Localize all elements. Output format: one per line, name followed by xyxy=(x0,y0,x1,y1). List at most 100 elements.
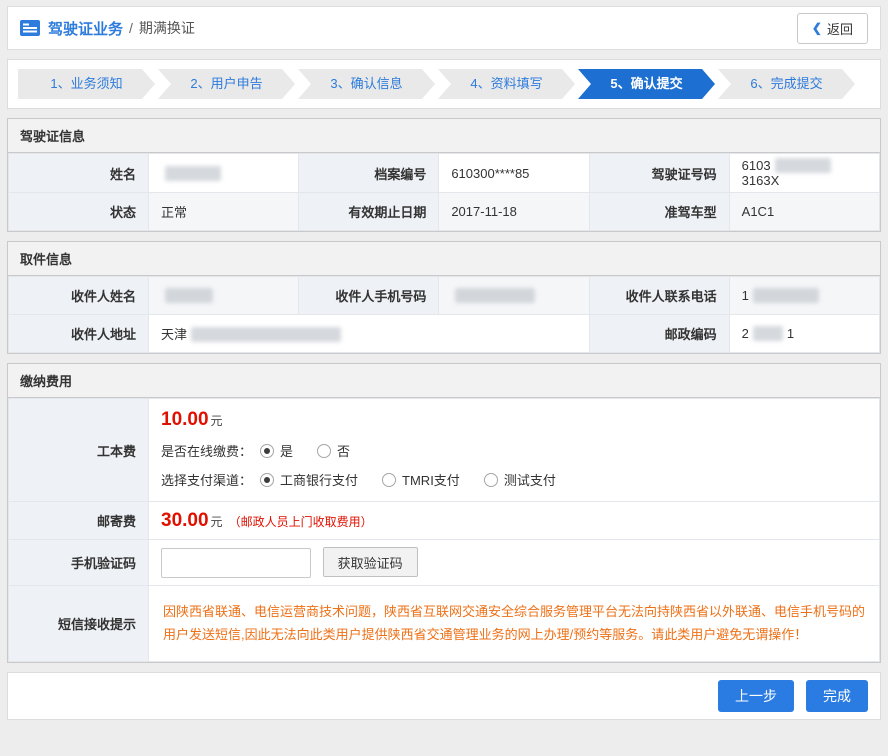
pay-channel-question: 选择支付渠道： xyxy=(161,470,252,489)
postal-code-label: 邮政编码 xyxy=(589,315,729,353)
work-fee-amount: 10.00 xyxy=(161,409,209,430)
license-number-suffix: 3163X xyxy=(742,173,780,188)
radio-selected-icon xyxy=(260,473,274,487)
sms-notice-text: 因陕西省联通、电信运营商技术问题，陕西省互联网交通安全综合服务管理平台无法向持陕… xyxy=(163,596,865,651)
radio-label: 测试支付 xyxy=(504,470,556,489)
sms-notice-label: 短信接收提示 xyxy=(9,586,149,662)
license-number-value: 61033163X xyxy=(729,154,879,193)
page: 驾驶证业务 / 期满换证 ❮ 返回 1、业务须知 2、用户申告 3、确认信息 4… xyxy=(0,0,888,735)
redacted-postal-code xyxy=(753,326,783,341)
postal-code-value: 21 xyxy=(729,315,879,353)
table-row: 工本费 10.00元 是否在线缴费： 是 否 xyxy=(9,399,880,502)
step-label: 6、完成提交 xyxy=(750,76,822,91)
section-title-fees: 缴纳费用 xyxy=(8,364,880,398)
step-label: 1、业务须知 xyxy=(50,76,122,91)
redacted-license-number xyxy=(775,158,831,173)
back-button-label: 返回 xyxy=(827,19,853,38)
radio-label: 是 xyxy=(280,441,293,460)
work-fee-label: 工本费 xyxy=(9,399,149,502)
postal-code-suffix: 1 xyxy=(787,326,794,341)
license-info-table: 姓名 档案编号 610300****85 驾驶证号码 61033163X 状态 … xyxy=(8,153,880,231)
redacted-recipient-name xyxy=(165,288,213,303)
pickup-info-table: 收件人姓名 收件人手机号码 收件人联系电话 1 收件人地址 天津 邮政编码 21 xyxy=(8,276,880,353)
radio-unselected-icon xyxy=(317,444,331,458)
sms-code-value: 获取验证码 xyxy=(149,540,880,586)
step-6-complete-submit[interactable]: 6、完成提交 xyxy=(718,69,855,99)
back-button[interactable]: ❮ 返回 xyxy=(797,13,868,44)
recipient-name-value xyxy=(149,277,299,315)
file-number-label: 档案编号 xyxy=(299,154,439,193)
table-row: 收件人地址 天津 邮政编码 21 xyxy=(9,315,880,353)
status-label: 状态 xyxy=(9,193,149,231)
step-5-confirm-submit[interactable]: 5、确认提交 xyxy=(578,69,715,99)
radio-online-pay-no[interactable]: 否 xyxy=(317,441,350,460)
step-1-business-notice[interactable]: 1、业务须知 xyxy=(18,69,155,99)
section-title-pickup: 取件信息 xyxy=(8,242,880,276)
get-sms-code-button[interactable]: 获取验证码 xyxy=(323,547,418,577)
breadcrumb-separator: / xyxy=(129,20,133,36)
name-value xyxy=(149,154,299,193)
postage-fee-value: 30.00元 （邮政人员上门收取费用） xyxy=(149,502,880,540)
section-title-license: 驾驶证信息 xyxy=(8,119,880,153)
previous-step-button[interactable]: 上一步 xyxy=(718,680,794,712)
recipient-phone-label: 收件人联系电话 xyxy=(589,277,729,315)
recipient-address-value: 天津 xyxy=(149,315,590,353)
recipient-mobile-value xyxy=(439,277,589,315)
work-fee-unit: 元 xyxy=(211,414,223,428)
chevron-left-icon: ❮ xyxy=(812,21,822,35)
step-4-fill-data[interactable]: 4、资料填写 xyxy=(438,69,575,99)
step-3-confirm-info[interactable]: 3、确认信息 xyxy=(298,69,435,99)
pay-channel-row: 选择支付渠道： 工商银行支付 TMRI支付 测试支付 xyxy=(161,470,867,489)
license-number-label: 驾驶证号码 xyxy=(589,154,729,193)
redacted-recipient-address xyxy=(191,327,341,342)
fees-table: 工本费 10.00元 是否在线缴费： 是 否 xyxy=(8,398,880,662)
radio-unselected-icon xyxy=(484,473,498,487)
recipient-address-label: 收件人地址 xyxy=(9,315,149,353)
online-pay-question: 是否在线缴费： xyxy=(161,441,252,460)
table-row: 手机验证码 获取验证码 xyxy=(9,540,880,586)
radio-channel-icbc[interactable]: 工商银行支付 xyxy=(260,470,358,489)
radio-label: 工商银行支付 xyxy=(280,470,358,489)
step-label: 5、确认提交 xyxy=(610,76,682,91)
table-row: 短信接收提示 因陕西省联通、电信运营商技术问题，陕西省互联网交通安全综合服务管理… xyxy=(9,586,880,662)
sms-code-input[interactable] xyxy=(161,548,311,578)
postage-fee-amount: 30.00 xyxy=(161,510,209,531)
status-value: 正常 xyxy=(149,193,299,231)
table-row: 姓名 档案编号 610300****85 驾驶证号码 61033163X xyxy=(9,154,880,193)
redacted-recipient-phone xyxy=(753,288,819,303)
sms-notice-value: 因陕西省联通、电信运营商技术问题，陕西省互联网交通安全综合服务管理平台无法向持陕… xyxy=(149,586,880,662)
vehicle-class-label: 准驾车型 xyxy=(589,193,729,231)
section-pickup-info: 取件信息 收件人姓名 收件人手机号码 收件人联系电话 1 收件人地址 天津 邮政… xyxy=(7,241,881,354)
footer-action-bar: 上一步 完成 xyxy=(7,672,881,720)
page-title: 驾驶证业务 xyxy=(48,18,123,39)
postage-fee-note: （邮政人员上门收取费用） xyxy=(229,515,373,529)
section-license-info: 驾驶证信息 姓名 档案编号 610300****85 驾驶证号码 6103316… xyxy=(7,118,881,232)
work-fee-value: 10.00元 是否在线缴费： 是 否 选择支 xyxy=(149,399,880,502)
work-fee-amount-line: 10.00元 xyxy=(161,409,867,431)
recipient-phone-value: 1 xyxy=(729,277,879,315)
breadcrumb-current: 期满换证 xyxy=(139,18,195,38)
step-label: 4、资料填写 xyxy=(470,76,542,91)
expiry-date-value: 2017-11-18 xyxy=(439,193,589,231)
recipient-name-label: 收件人姓名 xyxy=(9,277,149,315)
section-fees: 缴纳费用 工本费 10.00元 是否在线缴费： 是 xyxy=(7,363,881,663)
table-row: 收件人姓名 收件人手机号码 收件人联系电话 1 xyxy=(9,277,880,315)
radio-label: TMRI支付 xyxy=(402,470,460,489)
radio-selected-icon xyxy=(260,444,274,458)
redacted-recipient-mobile xyxy=(455,288,535,303)
postage-fee-unit: 元 xyxy=(211,515,223,529)
radio-online-pay-yes[interactable]: 是 xyxy=(260,441,293,460)
step-label: 3、确认信息 xyxy=(330,76,402,91)
step-label: 2、用户申告 xyxy=(190,76,262,91)
table-row: 状态 正常 有效期止日期 2017-11-18 准驾车型 A1C1 xyxy=(9,193,880,231)
online-pay-row: 是否在线缴费： 是 否 xyxy=(161,441,867,460)
finish-button[interactable]: 完成 xyxy=(806,680,868,712)
step-2-user-declaration[interactable]: 2、用户申告 xyxy=(158,69,295,99)
sms-code-label: 手机验证码 xyxy=(9,540,149,586)
radio-channel-tmri[interactable]: TMRI支付 xyxy=(382,470,460,489)
radio-channel-test[interactable]: 测试支付 xyxy=(484,470,556,489)
recipient-address-prefix: 天津 xyxy=(161,327,187,342)
expiry-date-label: 有效期止日期 xyxy=(299,193,439,231)
recipient-phone-prefix: 1 xyxy=(742,288,749,303)
table-row: 邮寄费 30.00元（邮政人员上门收取费用） xyxy=(9,502,880,540)
